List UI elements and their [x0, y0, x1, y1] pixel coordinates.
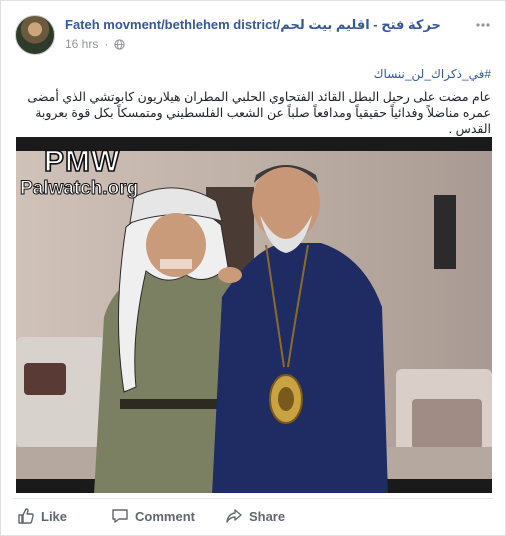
thumbs-up-icon: [18, 508, 34, 524]
post-actions-bar: Like Comment Share: [13, 501, 493, 531]
page-avatar[interactable]: [15, 15, 55, 55]
comment-button[interactable]: Comment: [109, 503, 197, 529]
comment-label: Comment: [135, 508, 195, 524]
like-button[interactable]: Like: [15, 503, 69, 529]
post-text: عام مضت على رحيل البطل القائد الفتحاوي ا…: [27, 90, 491, 136]
like-label: Like: [41, 508, 68, 524]
post-meta: 16 hrs ·: [65, 37, 125, 51]
page-name-link[interactable]: Fateh movment/bethlehem district/حركة فت…: [65, 17, 441, 33]
globe-icon: [114, 38, 125, 50]
comment-bubble-icon: [112, 509, 128, 523]
meta-separator: ·: [104, 37, 109, 51]
facebook-post-card: Fateh movment/bethlehem district/حركة فت…: [0, 0, 506, 536]
share-label: Share: [248, 508, 286, 524]
share-button[interactable]: Share: [223, 503, 287, 529]
post-header: Fateh movment/bethlehem district/حركة فت…: [13, 11, 493, 59]
share-arrow-icon: [226, 509, 242, 523]
hashtag-link[interactable]: #في_ذكراك_لن_ننساك: [374, 67, 491, 81]
watermark-site-text: Palwatch.org: [19, 178, 139, 199]
post-timestamp[interactable]: 16 hrs: [65, 37, 98, 51]
watermark-pmw-text: PMW: [43, 145, 121, 178]
post-photo[interactable]: PMW Palwatch.org: [16, 137, 492, 493]
ellipsis-icon: [476, 23, 490, 27]
actions-divider: [13, 498, 493, 499]
pmw-watermark: PMW Palwatch.org: [19, 145, 139, 199]
more-options-button[interactable]: [473, 17, 493, 33]
